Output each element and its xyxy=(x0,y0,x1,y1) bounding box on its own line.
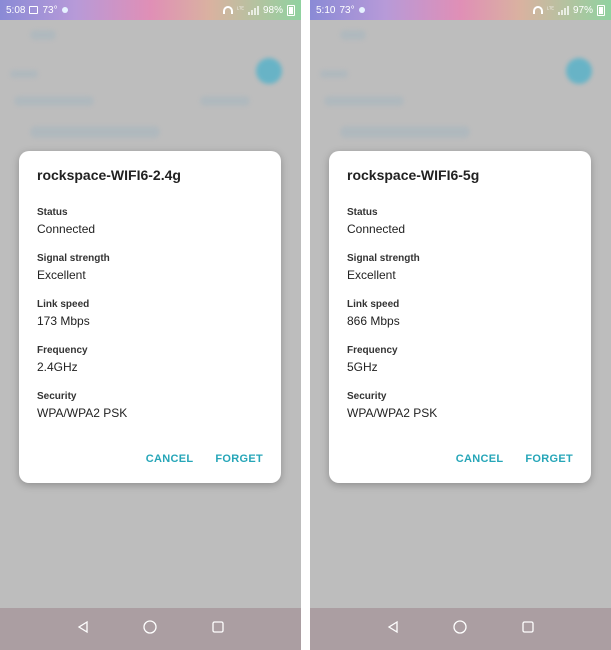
background-content xyxy=(200,96,250,106)
status-time: 5:10 xyxy=(316,4,336,16)
phone-screen-right: 5:10 73° ᴸᵀᴱ 97% rockspace-WIFI6-5g Stat… xyxy=(310,0,611,650)
signal-icon xyxy=(247,5,259,15)
frequency-field: Frequency 2.4GHz xyxy=(37,345,88,374)
field-value: Excellent xyxy=(347,268,396,282)
field-value: WPA/WPA2 PSK xyxy=(347,406,438,420)
frequency-field: Frequency 5GHz xyxy=(347,345,398,374)
background-content xyxy=(14,96,94,106)
field-value: 2.4GHz xyxy=(37,360,78,374)
home-icon[interactable] xyxy=(452,619,468,640)
wifi-details-dialog: rockspace-WIFI6-5g Status Connected Sign… xyxy=(329,151,591,483)
link-speed-field: Link speed 173 Mbps xyxy=(37,299,90,328)
signal-strength-field: Signal strength Excellent xyxy=(37,253,110,282)
network-type: ᴸᵀᴱ xyxy=(546,7,554,13)
signal-strength-field: Signal strength Excellent xyxy=(347,253,420,282)
background-content xyxy=(340,30,366,40)
background-content xyxy=(30,30,56,40)
cancel-button[interactable]: CANCEL xyxy=(456,453,504,465)
field-value: 5GHz xyxy=(347,360,378,374)
background-content xyxy=(340,126,470,138)
battery-icon xyxy=(597,4,605,16)
field-value: Connected xyxy=(347,222,406,236)
field-label: Signal strength xyxy=(37,253,110,264)
forget-button[interactable]: FORGET xyxy=(525,453,573,465)
image-icon xyxy=(29,6,39,14)
dialog-title: rockspace-WIFI6-5g xyxy=(347,167,480,183)
background-content xyxy=(30,126,160,138)
battery-percent: 97% xyxy=(572,4,593,16)
status-bar: 5:08 73° ᴸᵀᴱ 98% xyxy=(0,0,301,20)
wifi-icon xyxy=(532,6,543,14)
background-fab xyxy=(256,58,282,84)
field-label: Frequency xyxy=(347,345,398,356)
home-icon[interactable] xyxy=(142,619,158,640)
field-label: Status xyxy=(37,207,68,218)
field-label: Status xyxy=(347,207,378,218)
wifi-icon xyxy=(222,6,233,14)
weather-icon xyxy=(61,7,68,13)
navigation-bar xyxy=(310,608,611,650)
wifi-details-dialog: rockspace-WIFI6-2.4g Status Connected Si… xyxy=(19,151,281,483)
back-icon[interactable] xyxy=(76,620,90,639)
background-fab xyxy=(566,58,592,84)
dialog-actions: CANCEL FORGET xyxy=(456,453,573,465)
back-icon[interactable] xyxy=(386,620,400,639)
link-speed-field: Link speed 866 Mbps xyxy=(347,299,400,328)
field-value: 866 Mbps xyxy=(347,314,400,328)
navigation-bar xyxy=(0,608,301,650)
field-label: Frequency xyxy=(37,345,88,356)
status-field: Status Connected xyxy=(37,207,95,236)
network-type: ᴸᵀᴱ xyxy=(236,7,244,13)
cancel-button[interactable]: CANCEL xyxy=(146,453,194,465)
background-content xyxy=(324,96,404,106)
field-value: WPA/WPA2 PSK xyxy=(37,406,128,420)
background-content xyxy=(320,70,348,78)
field-label: Signal strength xyxy=(347,253,420,264)
dialog-actions: CANCEL FORGET xyxy=(146,453,263,465)
background-content xyxy=(10,70,38,78)
status-bar: 5:10 73° ᴸᵀᴱ 97% xyxy=(310,0,611,20)
field-value: Excellent xyxy=(37,268,86,282)
status-time: 5:08 xyxy=(6,4,26,16)
field-label: Link speed xyxy=(37,299,90,310)
status-temperature: 73° xyxy=(339,4,355,16)
battery-icon xyxy=(287,4,295,16)
field-label: Link speed xyxy=(347,299,400,310)
signal-icon xyxy=(557,5,569,15)
battery-percent: 98% xyxy=(262,4,283,16)
phone-screen-left: 5:08 73° ᴸᵀᴱ 98% rockspace-WIFI6-2.4g St… xyxy=(0,0,301,650)
recents-icon[interactable] xyxy=(211,620,225,639)
weather-icon xyxy=(358,7,365,13)
field-label: Security xyxy=(347,391,387,402)
security-field: Security WPA/WPA2 PSK xyxy=(37,391,127,420)
status-temperature: 73° xyxy=(42,4,58,16)
security-field: Security WPA/WPA2 PSK xyxy=(347,391,437,420)
forget-button[interactable]: FORGET xyxy=(215,453,263,465)
status-field: Status Connected xyxy=(347,207,405,236)
field-label: Security xyxy=(37,391,77,402)
field-value: Connected xyxy=(37,222,96,236)
recents-icon[interactable] xyxy=(521,620,535,639)
field-value: 173 Mbps xyxy=(37,314,90,328)
dialog-title: rockspace-WIFI6-2.4g xyxy=(37,167,181,183)
